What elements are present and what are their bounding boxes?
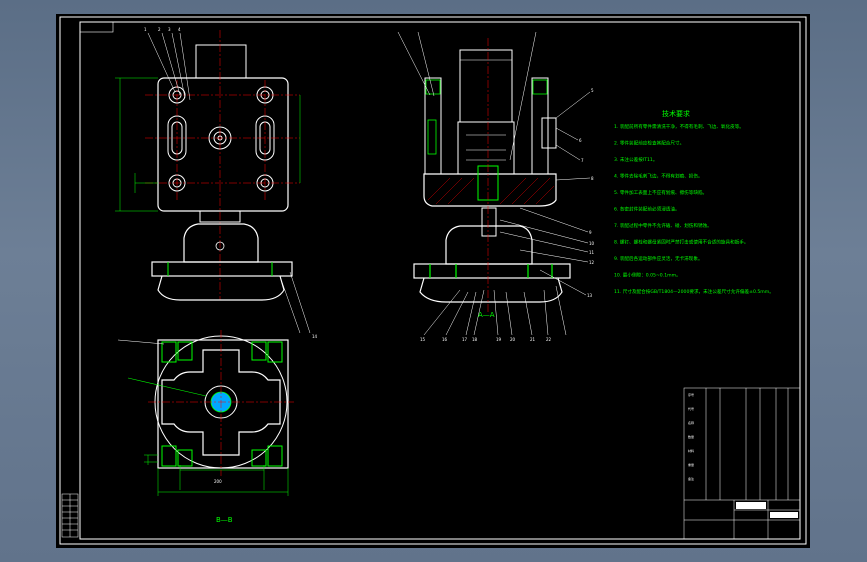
part-balloon: 17 (462, 337, 468, 342)
part-balloon: 12 (589, 260, 595, 265)
title-block-row: 序号 (688, 392, 694, 397)
title-block-row: 材料 (688, 448, 694, 453)
dim-label: 200 (214, 479, 222, 484)
title-block-name-cell (736, 502, 766, 509)
cad-drawing-sheet: A—A 200 B—B 技术要求 1. 装配前所有零件需清洗干净，不得有毛刺、飞… (56, 14, 810, 548)
part-balloon: 14 (312, 334, 318, 339)
part-balloon: 18 (472, 337, 478, 342)
tech-note: 8. 螺钉、螺栓和螺母紧固时严禁打击或使用不合适的旋具和扳手。 (614, 239, 748, 246)
section-aa-label: A—A (478, 311, 495, 319)
tech-note: 11. 尺寸及配合按GB/T1804—2000要求，未注公差尺寸允许偏差±0.5… (614, 288, 774, 295)
tech-note: 7. 装配过程中零件不允许磕、碰、划伤和锈蚀。 (614, 222, 712, 229)
title-block-row: 代号 (688, 406, 694, 411)
title-block-row: 数量 (688, 434, 694, 439)
part-balloon: 15 (420, 337, 426, 342)
part-balloon: 10 (589, 241, 595, 246)
section-bb-label: B—B (216, 516, 233, 524)
part-balloon: 11 (589, 250, 595, 255)
tech-note: 10. 最小侧隙：0.05~0.1mm。 (614, 272, 681, 279)
tech-note: 4. 零件去除毛刺飞边，不得有划痕、损伤。 (614, 173, 703, 180)
title-block-row: 名称 (688, 420, 694, 425)
tech-note: 9. 装配后各运动部件应灵活，无卡滞现象。 (614, 255, 703, 262)
part-balloon: 16 (442, 337, 448, 342)
title-block-row: 备注 (688, 476, 694, 481)
tech-note: 5. 零件加工表面上不应有划痕、擦伤等缺陷。 (614, 189, 707, 196)
tech-notes-title: 技术要求 (662, 109, 690, 118)
tech-note: 2. 零件装配前应检查其配合尺寸。 (614, 140, 684, 147)
part-balloon: 20 (510, 337, 516, 342)
tech-note: 6. 各密封件装配前必须浸透油。 (614, 206, 680, 213)
title-block-code-cell (770, 512, 798, 518)
part-balloon: 21 (530, 337, 536, 342)
tech-note: 3. 未注公差按IT11。 (614, 156, 657, 163)
title-block-row: 重量 (688, 462, 694, 467)
part-balloon: 19 (496, 337, 502, 342)
part-balloon: 13 (587, 293, 593, 298)
part-balloon: 22 (546, 337, 552, 342)
tech-note: 1. 装配前所有零件需清洗干净，不得有毛刺、飞边、氧化皮等。 (614, 123, 744, 130)
